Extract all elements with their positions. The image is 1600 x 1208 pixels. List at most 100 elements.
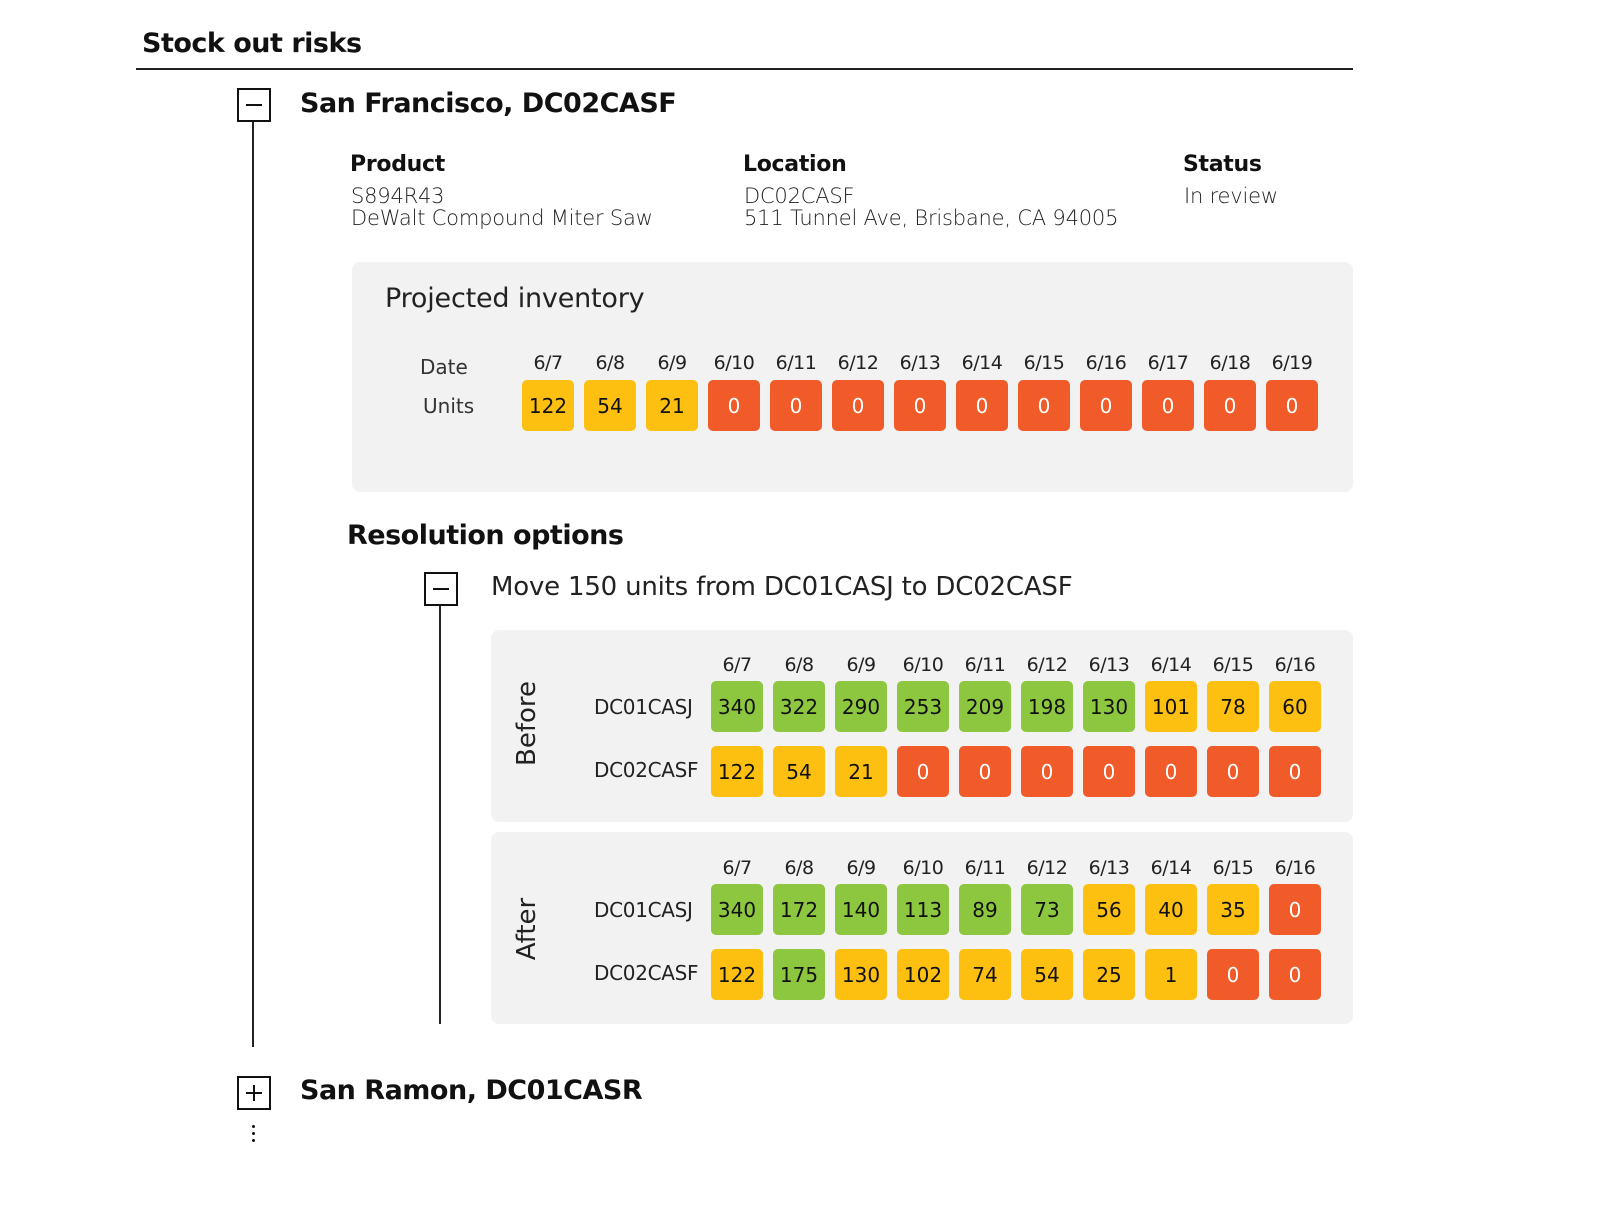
after-dc02casf-cell[interactable]: 102 bbox=[897, 949, 949, 1000]
before-dc01casj-cell[interactable]: 130 bbox=[1083, 681, 1135, 732]
header-divider bbox=[136, 68, 1353, 70]
after-dc02casf-cell[interactable]: 0 bbox=[1269, 949, 1321, 1000]
inventory-cell-red[interactable]: 0 bbox=[832, 380, 884, 431]
after-dc01casj-cell[interactable]: 140 bbox=[835, 884, 887, 935]
before-dc01casj-cell[interactable]: 101 bbox=[1145, 681, 1197, 732]
before-row-dc02casf-label: DC02CASF bbox=[594, 758, 699, 782]
after-dc01casj-cell[interactable]: 172 bbox=[773, 884, 825, 935]
after-dc02casf-cell[interactable]: 74 bbox=[959, 949, 1011, 1000]
collapse-site-button[interactable] bbox=[237, 88, 271, 122]
before-dc02casf-cell[interactable]: 0 bbox=[1145, 746, 1197, 797]
after-dc02casf-cell[interactable]: 54 bbox=[1021, 949, 1073, 1000]
after-date-header: 6/9 bbox=[846, 857, 876, 879]
before-date-header: 6/10 bbox=[902, 654, 944, 676]
after-dc01casj-cell[interactable]: 73 bbox=[1021, 884, 1073, 935]
more-items-ellipsis-icon[interactable] bbox=[252, 1125, 255, 1146]
site-title-collapsed: San Ramon, DC01CASR bbox=[300, 1075, 643, 1106]
before-dc02casf-cell[interactable]: 0 bbox=[1207, 746, 1259, 797]
before-date-header: 6/16 bbox=[1274, 654, 1316, 676]
after-date-header: 6/11 bbox=[964, 857, 1006, 879]
before-dc02casf-cell[interactable]: 0 bbox=[1269, 746, 1321, 797]
inventory-cell-yellow[interactable]: 21 bbox=[646, 380, 698, 431]
after-date-header: 6/14 bbox=[1150, 857, 1192, 879]
status-label: Status bbox=[1183, 152, 1262, 177]
date-header: 6/16 bbox=[1085, 352, 1127, 374]
inventory-cell-red[interactable]: 0 bbox=[770, 380, 822, 431]
site-title: San Francisco, DC02CASF bbox=[300, 88, 677, 119]
before-dc01casj-cell[interactable]: 60 bbox=[1269, 681, 1321, 732]
before-dc02casf-cell[interactable]: 0 bbox=[1021, 746, 1073, 797]
page-title: Stock out risks bbox=[142, 28, 362, 59]
after-date-header: 6/13 bbox=[1088, 857, 1130, 879]
before-date-header: 6/11 bbox=[964, 654, 1006, 676]
before-date-header: 6/12 bbox=[1026, 654, 1068, 676]
inventory-cell-red[interactable]: 0 bbox=[1018, 380, 1070, 431]
after-dc02casf-cell[interactable]: 122 bbox=[711, 949, 763, 1000]
after-dc02casf-cell[interactable]: 0 bbox=[1207, 949, 1259, 1000]
collapse-option-button[interactable] bbox=[424, 572, 458, 606]
inventory-cell-red[interactable]: 0 bbox=[1080, 380, 1132, 431]
date-header: 6/7 bbox=[533, 352, 563, 374]
before-label: Before bbox=[512, 680, 542, 766]
site-tree-line bbox=[252, 122, 254, 1047]
location-address: 511 Tunnel Ave, Brisbane, CA 94005 bbox=[744, 206, 1119, 230]
before-date-header: 6/8 bbox=[784, 654, 814, 676]
before-date-header: 6/13 bbox=[1088, 654, 1130, 676]
product-sku: S894R43 bbox=[351, 184, 445, 208]
option-tree-line bbox=[439, 606, 441, 1024]
after-date-header: 6/7 bbox=[722, 857, 752, 879]
after-dc01casj-cell[interactable]: 35 bbox=[1207, 884, 1259, 935]
after-dc01casj-cell[interactable]: 56 bbox=[1083, 884, 1135, 935]
after-dc01casj-cell[interactable]: 340 bbox=[711, 884, 763, 935]
after-dc01casj-cell[interactable]: 40 bbox=[1145, 884, 1197, 935]
after-dc01casj-cell[interactable]: 89 bbox=[959, 884, 1011, 935]
inventory-cell-red[interactable]: 0 bbox=[956, 380, 1008, 431]
minus-icon bbox=[433, 588, 449, 590]
before-dc01casj-cell[interactable]: 340 bbox=[711, 681, 763, 732]
inventory-cell-yellow[interactable]: 122 bbox=[522, 380, 574, 431]
expand-site-button[interactable] bbox=[237, 1076, 271, 1110]
date-header: 6/11 bbox=[775, 352, 817, 374]
after-dc02casf-cell[interactable]: 130 bbox=[835, 949, 887, 1000]
option-title: Move 150 units from DC01CASJ to DC02CASF bbox=[491, 572, 1073, 602]
before-dc01casj-cell[interactable]: 209 bbox=[959, 681, 1011, 732]
product-label: Product bbox=[350, 152, 445, 177]
after-dc01casj-cell[interactable]: 113 bbox=[897, 884, 949, 935]
date-header: 6/9 bbox=[657, 352, 687, 374]
before-date-header: 6/15 bbox=[1212, 654, 1254, 676]
after-date-header: 6/10 bbox=[902, 857, 944, 879]
before-dc02casf-cell[interactable]: 0 bbox=[1083, 746, 1135, 797]
before-dc02casf-cell[interactable]: 0 bbox=[897, 746, 949, 797]
after-dc02casf-cell[interactable]: 175 bbox=[773, 949, 825, 1000]
inventory-cell-red[interactable]: 0 bbox=[1266, 380, 1318, 431]
before-dc01casj-cell[interactable]: 322 bbox=[773, 681, 825, 732]
after-date-header: 6/8 bbox=[784, 857, 814, 879]
before-dc01casj-cell[interactable]: 198 bbox=[1021, 681, 1073, 732]
date-header: 6/8 bbox=[595, 352, 625, 374]
before-dc02casf-cell[interactable]: 0 bbox=[959, 746, 1011, 797]
plus-icon-vertical bbox=[253, 1085, 255, 1101]
date-header: 6/18 bbox=[1209, 352, 1251, 374]
date-header: 6/15 bbox=[1023, 352, 1065, 374]
after-date-header: 6/12 bbox=[1026, 857, 1068, 879]
inventory-cell-yellow[interactable]: 54 bbox=[584, 380, 636, 431]
location-label: Location bbox=[743, 152, 847, 177]
inventory-cell-red[interactable]: 0 bbox=[1204, 380, 1256, 431]
status-value: In review bbox=[1184, 184, 1278, 208]
inventory-cell-red[interactable]: 0 bbox=[894, 380, 946, 431]
before-dc01casj-cell[interactable]: 290 bbox=[835, 681, 887, 732]
after-dc01casj-cell[interactable]: 0 bbox=[1269, 884, 1321, 935]
before-dc01casj-cell[interactable]: 78 bbox=[1207, 681, 1259, 732]
before-dc02casf-cell[interactable]: 21 bbox=[835, 746, 887, 797]
before-dc02casf-cell[interactable]: 122 bbox=[711, 746, 763, 797]
minus-icon bbox=[246, 104, 262, 106]
location-code: DC02CASF bbox=[744, 184, 855, 208]
inventory-cell-red[interactable]: 0 bbox=[708, 380, 760, 431]
before-dc01casj-cell[interactable]: 253 bbox=[897, 681, 949, 732]
date-header: 6/13 bbox=[899, 352, 941, 374]
before-date-header: 6/9 bbox=[846, 654, 876, 676]
inventory-cell-red[interactable]: 0 bbox=[1142, 380, 1194, 431]
after-dc02casf-cell[interactable]: 25 bbox=[1083, 949, 1135, 1000]
after-dc02casf-cell[interactable]: 1 bbox=[1145, 949, 1197, 1000]
before-dc02casf-cell[interactable]: 54 bbox=[773, 746, 825, 797]
